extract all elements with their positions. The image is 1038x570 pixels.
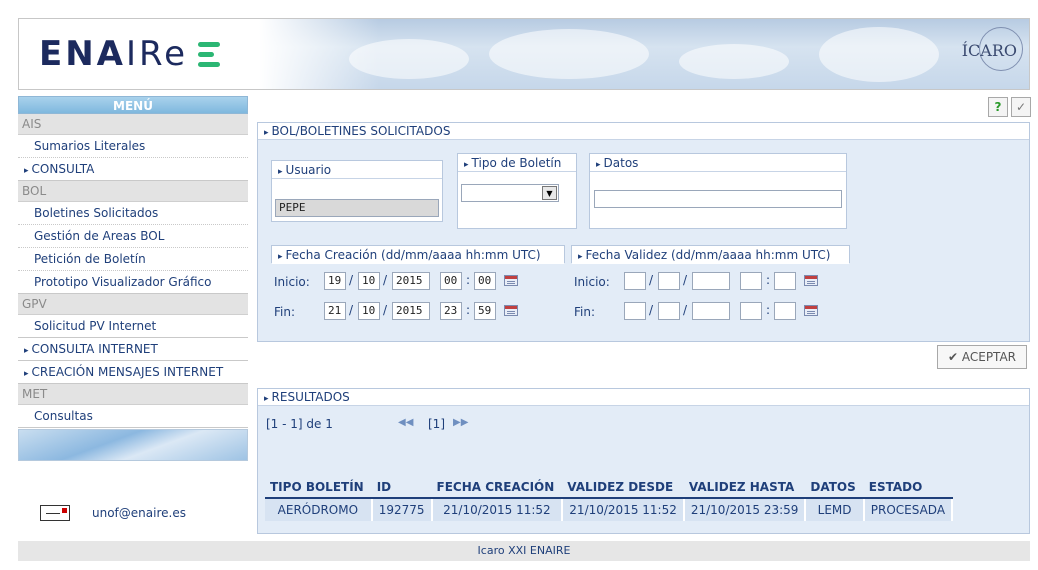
datos-input[interactable] [594, 190, 842, 208]
sidebar-section-met: MET [18, 384, 248, 405]
tipo-boletin-label: ▸ Tipo de Boletín [458, 154, 576, 172]
dropdown-arrow-icon[interactable]: ▼ [542, 186, 557, 200]
validez-inicio-label: Inicio: [574, 275, 610, 289]
email-link[interactable]: unof@enaire.es [92, 506, 186, 520]
validez-fin-hh[interactable] [740, 302, 762, 320]
table-cell: 21/10/2015 11:52 [562, 497, 685, 521]
calendar-icon[interactable] [804, 275, 818, 286]
column-header[interactable]: ID [371, 477, 432, 499]
table-cell: AERÓDROMO [265, 497, 373, 521]
column-header[interactable]: VALIDEZ DESDE [562, 477, 684, 499]
validez-inicio-dd[interactable] [624, 272, 646, 290]
fecha-validez-header: ▸ Fecha Validez (dd/mm/aaaa hh:mm UTC) [571, 245, 850, 264]
chevron-right-icon: ▸ [24, 369, 29, 379]
creacion-inicio-min[interactable]: 00 [474, 272, 496, 290]
icaro-brand: ÍCARO [961, 41, 1017, 60]
aceptar-button[interactable]: ✔ ACEPTAR [937, 345, 1027, 369]
creacion-fin-aaaa[interactable]: 2015 [392, 302, 430, 320]
sidebar-menu: MENÚ AIS Sumarios Literales ▸ CONSULTA BO… [18, 96, 248, 461]
sidebar-decorative-image [18, 429, 248, 461]
usuario-field[interactable]: PEPE [275, 199, 439, 217]
fecha-creacion-header: ▸ Fecha Creación (dd/mm/aaaa hh:mm UTC) [271, 245, 565, 264]
creacion-fin-min[interactable]: 59 [474, 302, 496, 320]
sidebar-item-consultas[interactable]: Consultas [18, 405, 248, 428]
chevron-right-icon: ▸ [264, 394, 269, 404]
creacion-inicio-label: Inicio: [274, 275, 310, 289]
table-row[interactable]: AERÓDROMO 192775 21/10/2015 11:52 21/10/… [265, 497, 954, 521]
table-header-row: TIPO BOLETÍN ID FECHA CREACIÓN VALIDEZ D… [265, 477, 953, 499]
validez-fin-min[interactable] [774, 302, 796, 320]
help-button[interactable]: ? [988, 97, 1008, 117]
sidebar-item-boletines-solicitados[interactable]: Boletines Solicitados [18, 202, 248, 225]
validez-inicio-aaaa[interactable] [692, 272, 730, 290]
sidebar-item-prototipo-visualizador[interactable]: Prototipo Visualizador Gráfico [18, 271, 248, 294]
datos-label: ▸ Datos [590, 154, 846, 172]
sidebar-item-peticion-boletin[interactable]: Petición de Boletín [18, 248, 248, 271]
usuario-group: ▸ Usuario PEPE [271, 160, 443, 222]
sidebar-item-consulta-internet[interactable]: ▸ CONSULTA INTERNET [18, 338, 248, 361]
validez-fin-label: Fin: [574, 305, 596, 319]
sidebar-item-creacion-mensajes[interactable]: ▸ CREACIÓN MENSAJES INTERNET [18, 361, 248, 384]
creacion-fin-mm[interactable]: 10 [358, 302, 380, 320]
sidebar-item-gestion-areas-bol[interactable]: Gestión de Areas BOL [18, 225, 248, 248]
page-number-link[interactable]: [1] [428, 417, 445, 431]
chevron-right-icon: ▸ [24, 166, 29, 176]
column-header[interactable]: VALIDEZ HASTA [683, 477, 806, 499]
page-footer: Icaro XXI ENAIRE [18, 541, 1030, 561]
contact-email: unof@enaire.es [40, 505, 186, 521]
sidebar-section-gpv: GPV [18, 294, 248, 315]
table-cell: PROCESADA [863, 497, 954, 521]
sidebar-item-solicitud-pv[interactable]: Solicitud PV Internet [18, 315, 248, 338]
datos-group: ▸ Datos [589, 153, 847, 229]
chevron-right-icon: ▸ [24, 346, 29, 356]
table-cell: 21/10/2015 11:52 [431, 497, 564, 521]
prev-page-icon[interactable]: ◀◀ [398, 417, 413, 428]
enaire-logo: ENAIRe [19, 19, 259, 89]
envelope-icon [40, 505, 70, 521]
validez-fin-mm[interactable] [658, 302, 680, 320]
column-header[interactable]: DATOS [805, 477, 864, 499]
chevron-right-icon: ▸ [264, 128, 269, 138]
creacion-fin-hh[interactable]: 23 [440, 302, 462, 320]
calendar-icon[interactable] [804, 305, 818, 316]
calendar-icon[interactable] [504, 275, 518, 286]
sidebar-section-ais: AIS [18, 114, 248, 135]
column-header[interactable]: ESTADO [863, 477, 953, 499]
sidebar-item-sumarios-literales[interactable]: Sumarios Literales [18, 135, 248, 158]
creacion-inicio-aaaa[interactable]: 2015 [392, 272, 430, 290]
usuario-label: ▸ Usuario [272, 161, 442, 179]
validez-inicio-hh[interactable] [740, 272, 762, 290]
results-panel-title: ▸ RESULTADOS [258, 389, 1029, 406]
search-panel: ▸ BOL/BOLETINES SOLICITADOS ▸ Usuario PEPE… [257, 122, 1030, 342]
logo-stripes-icon [198, 41, 221, 67]
next-page-icon[interactable]: ▶▶ [453, 417, 468, 428]
search-panel-title: ▸ BOL/BOLETINES SOLICITADOS [258, 123, 1029, 140]
creacion-inicio-dd[interactable]: 19 [324, 272, 346, 290]
sidebar-item-consulta[interactable]: ▸ CONSULTA [18, 158, 248, 181]
results-range: [1 - 1] de 1 [266, 417, 333, 431]
creacion-fin-label: Fin: [274, 305, 296, 319]
table-cell: 21/10/2015 23:59 [683, 497, 807, 521]
tipo-boletin-group: ▸ Tipo de Boletín ▼ [457, 153, 577, 229]
confirm-check-button[interactable]: ✓ [1011, 97, 1031, 117]
creacion-inicio-mm[interactable]: 10 [358, 272, 380, 290]
results-table: TIPO BOLETÍN ID FECHA CREACIÓN VALIDEZ D… [265, 477, 954, 521]
validez-fin-dd[interactable] [624, 302, 646, 320]
table-cell: 192775 [371, 497, 433, 521]
calendar-icon[interactable] [504, 305, 518, 316]
app-header: ENAIRe ÍCARO [18, 18, 1030, 90]
validez-fin-aaaa[interactable] [692, 302, 730, 320]
validez-inicio-mm[interactable] [658, 272, 680, 290]
validez-inicio-min[interactable] [774, 272, 796, 290]
column-header[interactable]: TIPO BOLETÍN [265, 477, 372, 499]
table-cell: LEMD [805, 497, 865, 521]
creacion-fin-dd[interactable]: 21 [324, 302, 346, 320]
column-header[interactable]: FECHA CREACIÓN [431, 477, 563, 499]
menu-title: MENÚ [18, 96, 248, 114]
sidebar-section-bol: BOL [18, 181, 248, 202]
check-icon: ✔ [947, 350, 962, 364]
creacion-inicio-hh[interactable]: 00 [440, 272, 462, 290]
